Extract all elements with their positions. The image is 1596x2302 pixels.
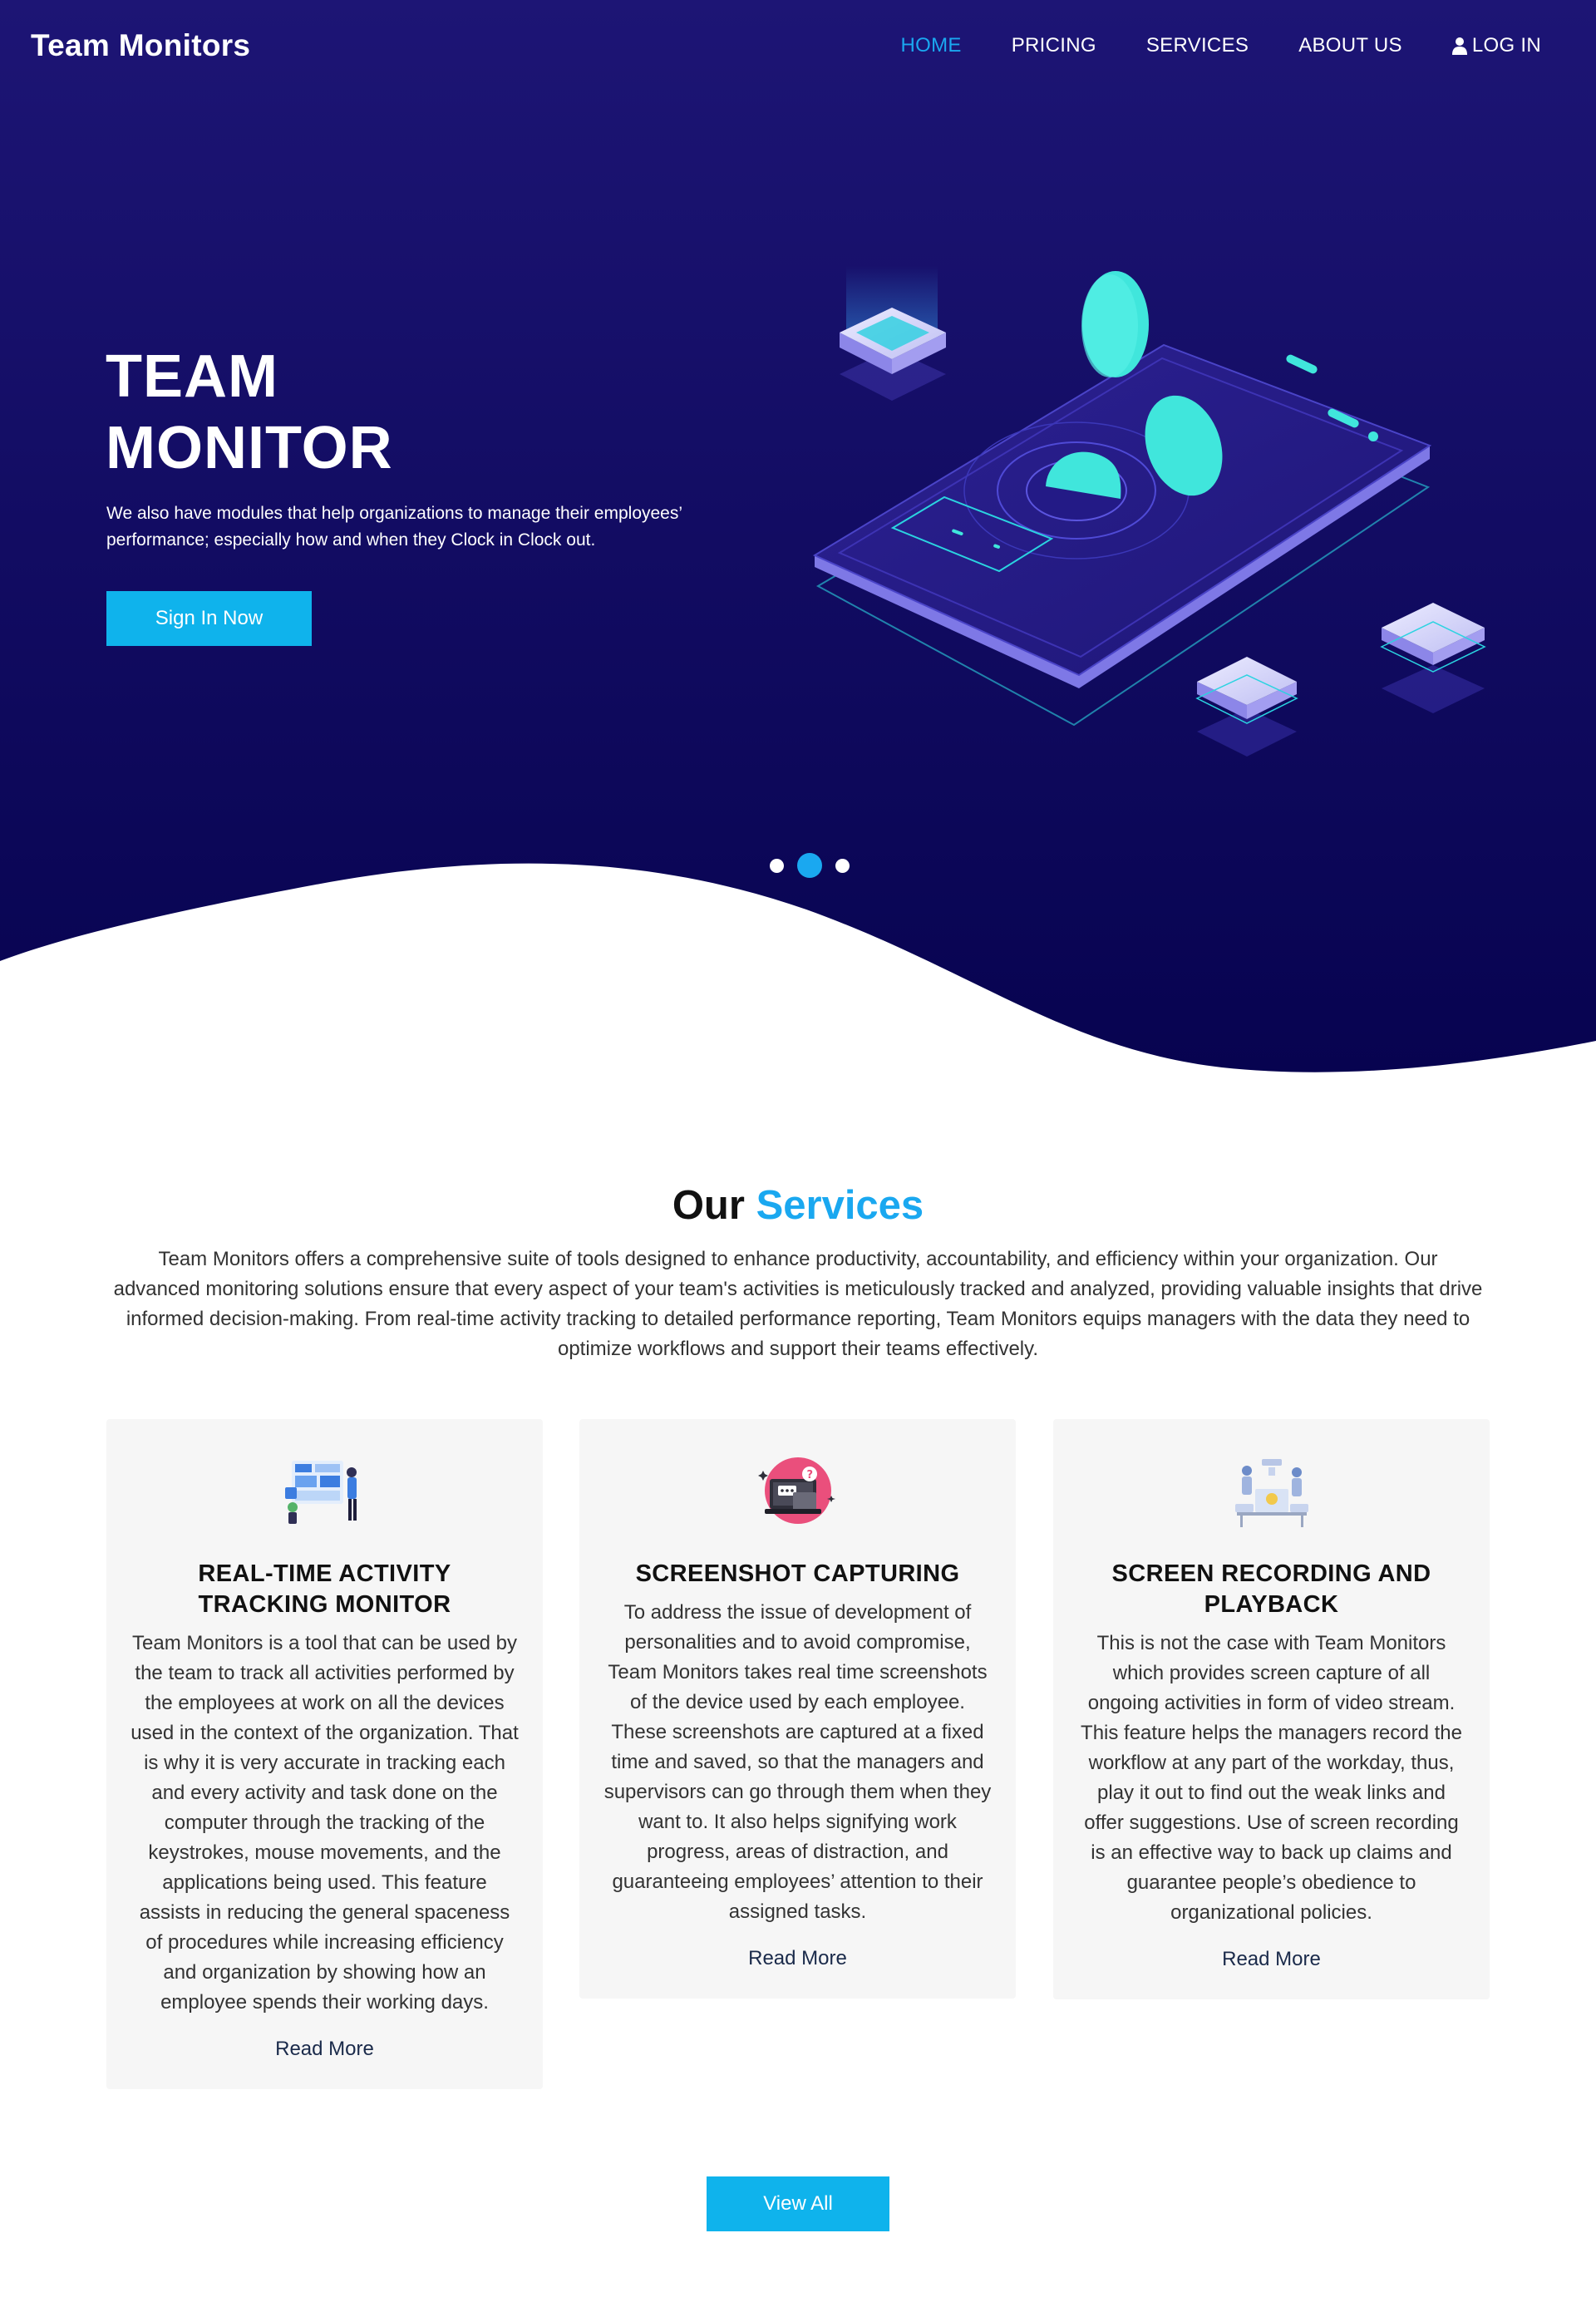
hero-title-line2: MONITOR: [106, 415, 393, 481]
nav-services[interactable]: SERVICES: [1146, 34, 1249, 57]
top-navbar: Team Monitors HOME PRICING SERVICES ABOU…: [0, 0, 1596, 96]
card-title: SCREENSHOT CAPTURING: [635, 1560, 960, 1587]
carousel-dot[interactable]: [835, 858, 850, 873]
svg-text:?: ?: [806, 1469, 813, 1481]
services-title-plain: Our: [672, 1183, 745, 1228]
nav-about-us[interactable]: ABOUT US: [1298, 34, 1402, 57]
card-title: REAL-TIME ACTIVITY TRACKING MONITOR: [198, 1560, 451, 1618]
hero-description: We also have modules that help organizat…: [106, 504, 682, 550]
service-card-activity-tracking: REAL-TIME ACTIVITY TRACKING MONITOR Team…: [106, 1419, 543, 2089]
view-all-button[interactable]: View All: [707, 2176, 889, 2231]
card-title: SCREEN RECORDING AND PLAYBACK: [1111, 1560, 1431, 1618]
service-card-screenshot-capturing: ? SCREENSHOT CAPTURING To address the is…: [579, 1419, 1016, 1999]
activity-dashboard-icon: [284, 1461, 357, 1524]
services-title: Our Services: [0, 1182, 1596, 1229]
hero-section: Team Monitors HOME PRICING SERVICES ABOU…: [0, 0, 1596, 1081]
hero-title: TEAM MONITOR: [106, 341, 393, 484]
nav-login[interactable]: LOG IN: [1451, 34, 1541, 57]
nav-pricing[interactable]: PRICING: [1012, 34, 1096, 57]
card-text: This is not the case with Team Monitors …: [1081, 1632, 1462, 1924]
service-card-screen-recording: SCREEN RECORDING AND PLAYBACK This is no…: [1053, 1419, 1490, 1999]
carousel-dots: [763, 853, 856, 878]
card-text: Team Monitors is a tool that can be used…: [131, 1632, 519, 2014]
read-more-link[interactable]: Read More: [579, 1947, 1016, 1970]
hero-phone-illustration: [812, 266, 1486, 757]
hero-title-line1: TEAM: [106, 343, 278, 410]
read-more-link[interactable]: Read More: [1053, 1948, 1490, 1971]
nav-home[interactable]: HOME: [901, 34, 962, 57]
carousel-dot[interactable]: [770, 858, 784, 873]
user-icon: [1451, 37, 1467, 55]
sign-in-now-button[interactable]: Sign In Now: [106, 591, 312, 646]
screen-recording-icon: [1234, 1459, 1308, 1527]
read-more-link[interactable]: Read More: [106, 2038, 543, 2061]
services-title-accent: Services: [756, 1183, 924, 1228]
brand-logo[interactable]: Team Monitors: [31, 28, 250, 63]
carousel-dot-active[interactable]: [797, 853, 822, 878]
login-label: LOG IN: [1471, 34, 1541, 57]
services-intro: Team Monitors offers a comprehensive sui…: [113, 1248, 1483, 1360]
screenshot-laptop-icon: ?: [757, 1457, 835, 1524]
nav-links: HOME PRICING SERVICES ABOUT US LOG IN: [851, 34, 1541, 57]
card-text: To address the issue of development of p…: [603, 1601, 992, 1923]
